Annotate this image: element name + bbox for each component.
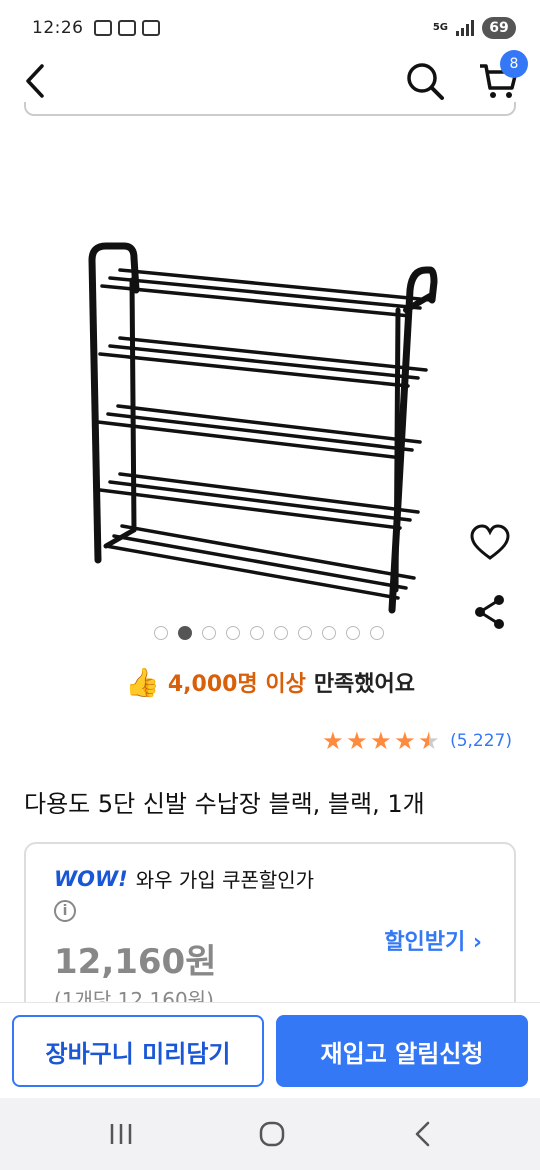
satisfaction-banner: 👍 4,000명 이상 만족했어요: [0, 662, 540, 702]
wow-coupon-row: WOW! 와우 가입 쿠폰할인가: [54, 864, 314, 893]
notification-icon: [117, 20, 136, 36]
coupon-price: 12,160원: [54, 942, 217, 982]
gallery-dot[interactable]: [346, 626, 360, 640]
thumbs-up-icon: 👍: [124, 665, 160, 699]
bottom-action-bar: 장바구니 미리담기 재입고 알림신청: [0, 1002, 540, 1098]
top-nav: 8: [0, 50, 540, 108]
screenshot-icon: [93, 20, 112, 36]
gallery-dot[interactable]: [202, 626, 216, 640]
home-icon[interactable]: [258, 1120, 286, 1148]
gallery-dot[interactable]: [370, 626, 384, 640]
nav-divider: [24, 102, 516, 116]
back-arrow-icon[interactable]: [20, 62, 52, 100]
star-icon: ★: [322, 727, 344, 755]
get-discount-link[interactable]: 할인받기 ›: [384, 924, 482, 956]
star-rating: ★ ★ ★ ★ ★: [322, 727, 440, 755]
gallery-dot[interactable]: [250, 626, 264, 640]
system-nav-bar: [0, 1098, 540, 1170]
status-time: 12:26: [32, 18, 84, 38]
wallet-icon: [141, 20, 160, 36]
signal-icon: [456, 20, 474, 36]
cart-preview-button[interactable]: 장바구니 미리담기: [12, 1015, 264, 1087]
network-label: 5G: [432, 22, 448, 33]
gallery-dot[interactable]: [154, 626, 168, 640]
product-title: 다용도 5단 신발 수납장 블랙, 블랙, 1개: [24, 790, 425, 818]
product-image[interactable]: [80, 230, 440, 630]
system-back-icon[interactable]: [412, 1120, 434, 1148]
star-icon: ★: [346, 727, 368, 755]
satisfaction-highlight: 4,000명 이상: [167, 672, 306, 697]
status-right: 5G 69: [433, 17, 516, 39]
share-icon[interactable]: [472, 592, 508, 632]
satisfaction-text: 만족했어요: [313, 672, 416, 697]
heart-icon[interactable]: [470, 524, 510, 564]
gallery-dot[interactable]: [178, 626, 192, 640]
restock-alert-button[interactable]: 재입고 알림신청: [276, 1015, 528, 1087]
notification-icons: [93, 20, 160, 36]
search-icon[interactable]: [404, 60, 446, 102]
gallery-dot[interactable]: [226, 626, 240, 640]
gallery-pagination: [154, 626, 384, 640]
gallery-dot[interactable]: [322, 626, 336, 640]
star-icon: ★: [370, 727, 392, 755]
cart-count-badge: 8: [500, 50, 528, 78]
status-bar: 12:26 5G 69: [0, 0, 540, 56]
wow-coupon-label: 와우 가입 쿠폰할인가: [135, 868, 315, 892]
gallery-dot[interactable]: [274, 626, 288, 640]
gallery-dot[interactable]: [298, 626, 312, 640]
star-icon: ★: [418, 727, 440, 755]
rating[interactable]: ★ ★ ★ ★ ★ (5,227): [322, 727, 512, 755]
wow-logo: WOW!: [54, 866, 128, 891]
recent-apps-icon[interactable]: [108, 1120, 134, 1148]
battery-indicator: 69: [482, 17, 516, 39]
info-icon[interactable]: i: [54, 900, 76, 922]
review-count[interactable]: (5,227): [450, 731, 512, 751]
star-icon: ★: [394, 727, 416, 755]
